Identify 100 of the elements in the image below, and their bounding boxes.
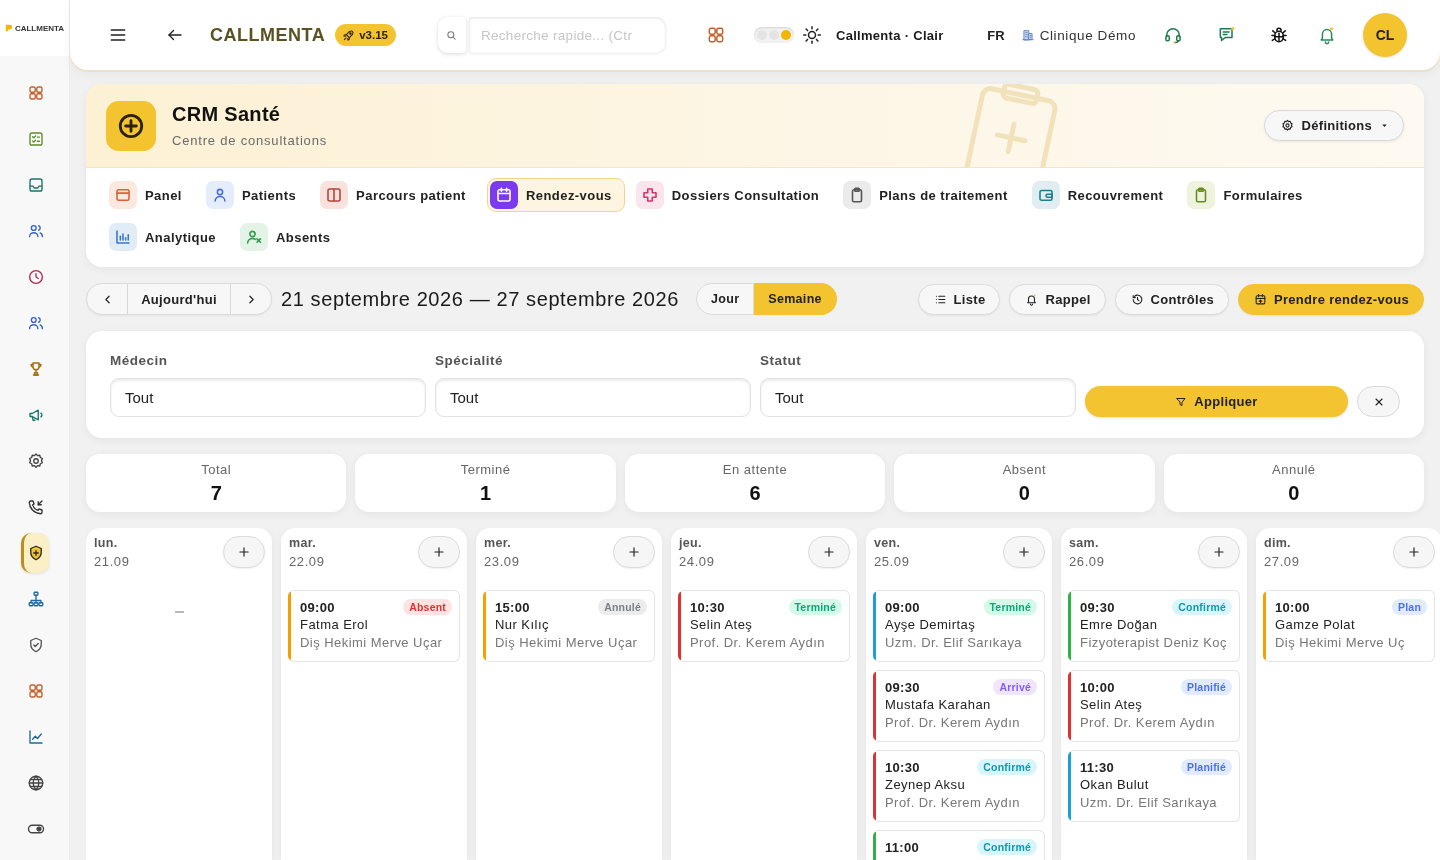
day-date: 26.09 (1069, 554, 1105, 569)
caret-icon (1380, 121, 1389, 130)
patient-name: Mustafa Karahan (885, 696, 992, 714)
stat-value: 1 (480, 481, 492, 505)
appointment-card[interactable]: 09:30 Confirmé Emre Doğan Fizyoterapist Deniz Koç (1068, 590, 1240, 662)
day-name: mer. (484, 536, 512, 550)
patient-name: Fatma Erol (300, 616, 370, 634)
stat-label: En attente (722, 461, 788, 477)
doctor-name: Uzm. Dr. Elif Sarıkaya (885, 634, 1024, 652)
status-badge: Terminé (983, 599, 1037, 615)
appointment-card[interactable]: 10:00 Plan Gamze Polat Diş Hekimi Merve Uç (1263, 590, 1435, 662)
tab[interactable]: Absents (236, 220, 344, 254)
status-badge: Confirmé (977, 759, 1037, 775)
logo-icon (4, 24, 13, 32)
add-button[interactable] (1003, 536, 1045, 568)
select-field[interactable]: Tout (760, 378, 1076, 417)
search-field[interactable]: Recherche rapide... (Ctr (468, 17, 666, 53)
patient-name: Selin Ateş (1080, 696, 1144, 714)
toolbar-button[interactable]: Rappel (1009, 283, 1106, 315)
stat-value: 7 (210, 481, 222, 505)
add-button[interactable] (223, 536, 265, 568)
appointment-card[interactable]: 10:30 Terminé Selin Ateş Prof. Dr. Kerem Aydın (678, 590, 850, 662)
avatar[interactable]: CL (1363, 13, 1407, 57)
dash-icon (174, 611, 184, 613)
phone-incoming-icon (27, 498, 45, 516)
status-badge: Arrivé (993, 679, 1037, 695)
tab[interactable]: Rendez-vous (486, 178, 625, 212)
select-field[interactable]: Tout (110, 378, 426, 417)
trophy-icon (27, 360, 45, 378)
view-toggle[interactable]: Semaine (754, 283, 837, 315)
tab[interactable]: Formulaires (1184, 178, 1316, 212)
brand-title: CALLMENTA (210, 24, 326, 46)
date-range: 21 septembre 2026 — 27 septembre 2026 (281, 287, 679, 311)
day-name: dim. (1264, 536, 1292, 550)
appointment-card[interactable]: 15:00 Annulé Nur Kılıç Diş Hekimi Merve Uçar (483, 590, 655, 662)
headset-icon[interactable] (1163, 25, 1183, 45)
definitions-button[interactable]: Définitions (1263, 110, 1404, 141)
patient-name: Ayşe Demirtaş (885, 616, 977, 634)
theme-label: Callmenta · Clair (835, 27, 944, 43)
stat-label: Absent (1002, 461, 1047, 477)
select-field[interactable]: Tout (435, 378, 751, 417)
tab[interactable]: Patients (202, 178, 310, 212)
page-subtitle: Centre de consultations (172, 133, 327, 148)
tab[interactable]: Analytique (106, 220, 229, 254)
appointment-card[interactable]: 09:00 Terminé Ayşe Demirtaş Uzm. Dr. Elif Sarıkaya (873, 590, 1045, 662)
doctor-name: Uzm. Dr. Elif Sarıkaya (1080, 794, 1219, 812)
new-appointment-button[interactable]: Prendre rendez-vous (1238, 283, 1424, 315)
user-icon (205, 181, 234, 209)
clipboard-icon (843, 181, 872, 209)
language-button[interactable]: FR (987, 27, 1005, 43)
sun-icon[interactable] (801, 25, 822, 45)
patient-name: Selin Ateş (690, 616, 754, 634)
history-icon (1130, 292, 1144, 306)
add-button[interactable] (808, 536, 850, 568)
user-x-icon (239, 223, 268, 251)
doctor-name: Diş Hekimi Merve Uç (1275, 634, 1406, 652)
tab[interactable]: Recouvrement (1028, 178, 1177, 212)
day-name: mar. (289, 536, 317, 550)
appointment-card[interactable]: 10:30 Confirmé Zeynep Aksu Prof. Dr. Kerem Aydın (873, 750, 1045, 822)
clear-button[interactable] (1357, 386, 1400, 417)
tab[interactable]: Dossiers Consultation (632, 178, 833, 212)
plus-icon (237, 545, 251, 559)
tab[interactable]: Plans de traitement (840, 178, 1021, 212)
tab[interactable]: Panel (106, 178, 195, 212)
view-toggle[interactable]: Jour (696, 283, 755, 315)
tab[interactable]: Parcours patient (317, 178, 479, 212)
plus-icon (1017, 545, 1031, 559)
add-button[interactable] (1393, 536, 1435, 568)
appointment-card[interactable]: 10:00 Planifié Selin Ateş Prof. Dr. Kerem Aydın (1068, 670, 1240, 742)
add-button[interactable] (613, 536, 655, 568)
apply-button[interactable]: Appliquer (1085, 386, 1348, 417)
toolbar-button[interactable]: Liste (917, 283, 1001, 315)
stat-value: 0 (1018, 481, 1030, 505)
status-badge: Plan (1392, 599, 1427, 615)
day-name: jeu. (679, 536, 703, 550)
add-button[interactable] (1198, 536, 1240, 568)
today-button[interactable]: Aujourd'hui (128, 283, 231, 315)
day-date: 21.09 (94, 554, 130, 569)
users-icon (27, 222, 45, 240)
add-button[interactable] (418, 536, 460, 568)
search-button[interactable] (437, 17, 466, 53)
medical-cross-icon (635, 181, 664, 209)
toolbar-button[interactable]: Contrôles (1114, 283, 1229, 315)
plus-icon (627, 545, 641, 559)
columns-icon (320, 181, 349, 209)
inbox-icon (27, 176, 45, 194)
status-badge: Terminé (788, 599, 842, 615)
appointment-time: 11:30 (1080, 759, 1115, 775)
filter-icon (1175, 395, 1188, 408)
appointment-card[interactable]: 09:30 Arrivé Mustafa Karahan Prof. Dr. Kerem Aydın (873, 670, 1045, 742)
bug-icon[interactable] (1269, 25, 1289, 45)
status-badge: Absent (403, 599, 452, 615)
appointment-card[interactable]: 11:00 Confirmé (873, 830, 1045, 860)
appointment-card[interactable]: 11:30 Planifié Okan Bulut Uzm. Dr. Elif Sarıkaya (1068, 750, 1240, 822)
appointment-card[interactable]: 09:00 Absent Fatma Erol Diş Hekimi Merve Uçar (288, 590, 460, 662)
day-date: 25.09 (874, 554, 910, 569)
clinic-selector[interactable]: Clinique Démo (1020, 27, 1136, 43)
bar-chart-icon (109, 223, 137, 251)
sidebar-item[interactable] (20, 533, 49, 573)
doctor-name: Prof. Dr. Kerem Aydın (885, 794, 1021, 812)
